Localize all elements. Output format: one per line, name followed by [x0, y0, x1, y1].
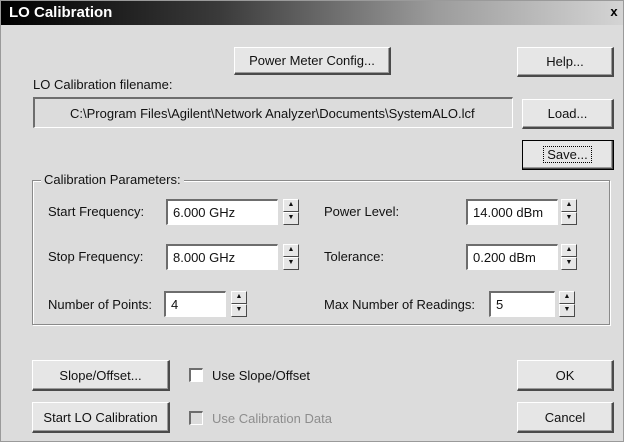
number-of-points-label: Number of Points: — [48, 297, 153, 312]
spin-up-icon[interactable]: ▲ — [559, 291, 575, 304]
use-calibration-data-checkbox — [189, 411, 203, 425]
slope-offset-button[interactable]: Slope/Offset... — [32, 360, 170, 391]
start-lo-calibration-button[interactable]: Start LO Calibration — [32, 402, 170, 433]
tolerance-input[interactable]: 0.200 dBm — [466, 244, 558, 270]
stop-frequency-spinner[interactable]: ▲ ▼ — [283, 244, 299, 270]
spin-down-icon[interactable]: ▼ — [561, 212, 577, 225]
max-readings-label: Max Number of Readings: — [324, 297, 476, 312]
use-slope-offset-label: Use Slope/Offset — [212, 368, 311, 383]
start-frequency-spinner[interactable]: ▲ ▼ — [283, 199, 299, 225]
close-icon[interactable]: x — [607, 4, 621, 20]
power-level-spinner[interactable]: ▲ ▼ — [561, 199, 577, 225]
help-button[interactable]: Help... — [517, 47, 614, 77]
spin-up-icon[interactable]: ▲ — [231, 291, 247, 304]
spin-up-icon[interactable]: ▲ — [283, 244, 299, 257]
stop-frequency-input[interactable]: 8.000 GHz — [166, 244, 278, 270]
spin-down-icon[interactable]: ▼ — [283, 257, 299, 270]
spin-down-icon[interactable]: ▼ — [559, 304, 575, 317]
power-level-input[interactable]: 14.000 dBm — [466, 199, 558, 225]
spin-up-icon[interactable]: ▲ — [283, 199, 299, 212]
ok-button[interactable]: OK — [517, 360, 614, 391]
lo-calibration-dialog: LO Calibration x Power Meter Config... H… — [0, 0, 624, 442]
number-of-points-spinner[interactable]: ▲ ▼ — [231, 291, 247, 317]
tolerance-label: Tolerance: — [324, 249, 384, 264]
cancel-button[interactable]: Cancel — [517, 402, 614, 433]
window-title: LO Calibration — [9, 4, 113, 21]
title-bar[interactable]: LO Calibration — [1, 1, 623, 25]
use-calibration-data-label: Use Calibration Data — [212, 411, 332, 426]
save-button[interactable]: Save... — [522, 140, 614, 170]
tolerance-spinner[interactable]: ▲ ▼ — [561, 244, 577, 270]
filename-label: LO Calibration filename: — [33, 77, 173, 92]
stop-frequency-label: Stop Frequency: — [48, 249, 144, 264]
spin-down-icon[interactable]: ▼ — [231, 304, 247, 317]
power-meter-config-button[interactable]: Power Meter Config... — [234, 47, 391, 75]
max-readings-spinner[interactable]: ▲ ▼ — [559, 291, 575, 317]
max-readings-input[interactable]: 5 — [489, 291, 555, 317]
start-frequency-label: Start Frequency: — [48, 204, 145, 219]
start-frequency-input[interactable]: 6.000 GHz — [166, 199, 278, 225]
power-level-label: Power Level: — [324, 204, 400, 219]
filename-field: C:\Program Files\Agilent\Network Analyze… — [33, 97, 513, 128]
calibration-parameters-title: Calibration Parameters: — [41, 172, 184, 187]
spin-up-icon[interactable]: ▲ — [561, 199, 577, 212]
use-slope-offset-checkbox[interactable] — [189, 368, 203, 382]
spin-down-icon[interactable]: ▼ — [561, 257, 577, 270]
spin-up-icon[interactable]: ▲ — [561, 244, 577, 257]
number-of-points-input[interactable]: 4 — [164, 291, 226, 317]
spin-down-icon[interactable]: ▼ — [283, 212, 299, 225]
load-button[interactable]: Load... — [522, 99, 614, 129]
